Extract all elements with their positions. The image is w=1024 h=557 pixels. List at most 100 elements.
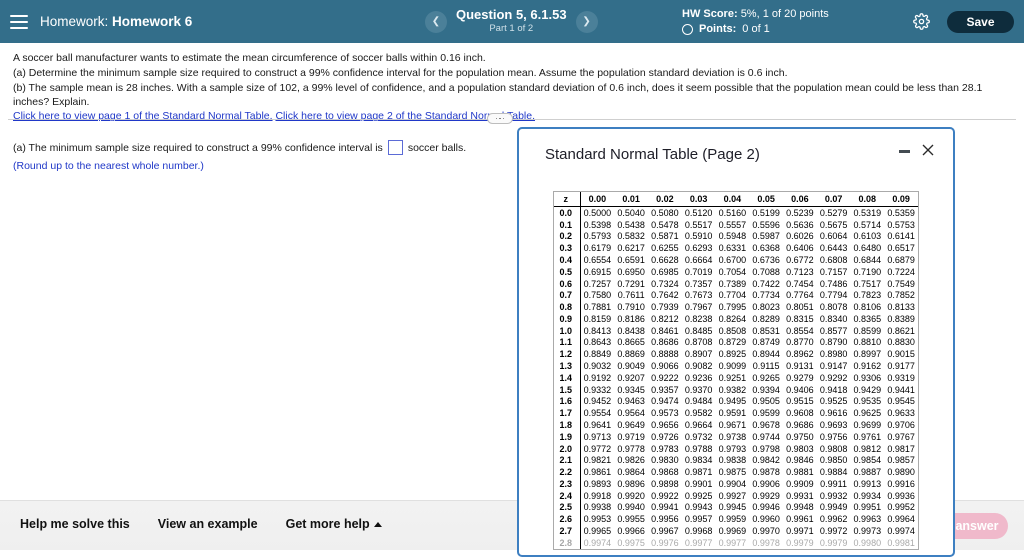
table-cell: 0.9370 [684,384,713,395]
table-column-header: 0.08 [858,194,877,204]
save-button[interactable]: Save [947,11,1014,33]
table-cell: 0.6554 [583,255,612,266]
table-cell: 0.9756 [819,431,848,442]
table-cell: 0.6480 [853,243,882,254]
table-cell: 0.8643 [583,337,612,348]
table-row-z-label: 2.7 [554,525,581,537]
table-cell: 0.7734 [752,290,780,301]
table-row: 0.8 0.7881 0.7910 0.7939 0.7967 0.7995 0.8023 0… [554,301,918,314]
table-cell: 0.6026 [786,231,814,242]
table-row: 1.8 0.9641 0.9649 0.9656 0.9664 0.9671 0.9678 0… [554,419,918,431]
table-cell: 0.8554 [786,325,814,336]
table-cell: 0.7054 [718,266,747,277]
table-cell: 0.9951 [853,502,882,513]
points-label: Points: [699,22,737,35]
table-cell: 0.9812 [853,443,882,454]
table-cell: 0.9953 [583,514,612,525]
table-cell: 0.8340 [819,313,848,324]
table-cell: 0.9838 [718,455,747,466]
question-navigator: ❮ Question 5, 6.1.53 Part 1 of 2 ❯ [425,0,598,43]
table-cell: 0.9979 [819,537,848,548]
table-cell: 0.9761 [853,431,882,442]
table-cell: 0.7967 [684,302,713,313]
table-cell: 0.9554 [583,408,612,419]
table-cell: 0.9968 [684,525,713,536]
standard-normal-table-page1-link[interactable]: Click here to view page 1 of the Standar… [13,110,273,122]
table-cell: 0.7157 [819,266,848,277]
table-cell: 0.9981 [887,537,915,548]
table-column-header: 0.01 [622,194,640,204]
table-cell: 0.9099 [718,361,747,372]
table-cell: 0.9881 [786,467,814,478]
table-cell: 0.9826 [617,455,645,466]
table-cell: 0.8238 [684,313,713,324]
points-value: 0 of 1 [742,22,770,35]
table-cell: 0.9394 [752,384,780,395]
table-cell: 0.9864 [617,467,645,478]
get-more-help-button[interactable]: Get more help [286,517,382,531]
table-cell: 0.9049 [617,361,645,372]
table-row-z-label: 1.4 [554,371,581,384]
homework-label: Homework: [40,14,109,29]
table-cell: 0.5871 [651,231,679,242]
table-cell: 0.9952 [887,502,915,513]
help-me-solve-this-button[interactable]: Help me solve this [20,517,130,531]
table-cell: 0.9957 [684,514,713,525]
table-row-z-label: 0.9 [554,313,581,325]
table-cell: 0.5359 [887,207,915,218]
table-cell: 0.5120 [684,207,713,218]
table-row: 2.3 0.9893 0.9896 0.9898 0.9901 0.9904 0.9906 0… [554,477,918,490]
table-row-z-label: 1.3 [554,360,581,372]
table-cell: 0.9973 [853,525,882,536]
table-cell: 0.8849 [583,349,612,360]
table-row-z-label: 2.2 [554,466,581,478]
table-cell: 0.9887 [853,467,882,478]
hamburger-icon[interactable] [10,14,28,29]
table-cell: 0.9918 [583,490,612,501]
table-cell: 0.5714 [853,219,882,230]
table-cell: 0.9505 [752,396,780,407]
table-cell: 0.9719 [617,431,645,442]
table-cell: 0.5596 [752,219,780,230]
table-row-z-label: 2.0 [554,442,581,455]
table-cell: 0.9964 [887,514,915,525]
table-cell: 0.8997 [853,349,882,360]
table-cell: 0.6103 [853,231,882,242]
panel-resize-handle[interactable] [487,113,513,124]
view-an-example-button[interactable]: View an example [158,517,258,531]
help-links: Help me solve this View an example Get m… [20,517,382,531]
table-cell: 0.9977 [684,537,713,548]
gear-icon[interactable] [913,13,930,35]
standard-normal-table-container: z 0.00 0.01 0.02 0.03 0.04 0.05 0.06 0.07 0.08 0.0… [553,191,919,550]
table-cell: 0.9959 [718,514,747,525]
table-cell: 0.9279 [786,372,814,383]
table-cell: 0.6985 [651,266,679,277]
table-cell: 0.7454 [786,278,814,289]
chevron-left-icon[interactable]: ❮ [425,10,447,33]
close-icon[interactable] [920,142,936,158]
table-cell: 0.6664 [684,255,713,266]
minimize-icon[interactable] [899,150,910,153]
table-cell: 0.9616 [819,408,848,419]
table-cell: 0.9484 [684,396,713,407]
table-cell: 0.7486 [819,278,848,289]
table-cell: 0.9495 [718,396,747,407]
table-cell: 0.5753 [887,219,915,230]
table-cell: 0.8980 [819,349,848,360]
standard-normal-table-popup: Standard Normal Table (Page 2) z 0.00 0.01… [517,127,955,557]
table-cell: 0.8106 [853,302,882,313]
table-cell: 0.9949 [819,502,848,513]
table-cell: 0.8078 [819,302,848,313]
table-cell: 0.7357 [684,278,713,289]
table-row: 0.4 0.6554 0.6591 0.6628 0.6664 0.6700 0.6736 0… [554,254,918,266]
question-title: Question 5, 6.1.53 [456,7,567,23]
chevron-right-icon[interactable]: ❯ [575,10,598,33]
table-cell: 0.6255 [651,243,679,254]
table-cell: 0.9474 [651,396,679,407]
table-cell: 0.9429 [853,384,882,395]
table-cell: 0.5987 [752,231,780,242]
table-cell: 0.7794 [819,290,848,301]
table-cell: 0.9817 [887,443,915,454]
sample-size-input[interactable] [387,140,403,155]
table-cell: 0.9573 [651,408,679,419]
